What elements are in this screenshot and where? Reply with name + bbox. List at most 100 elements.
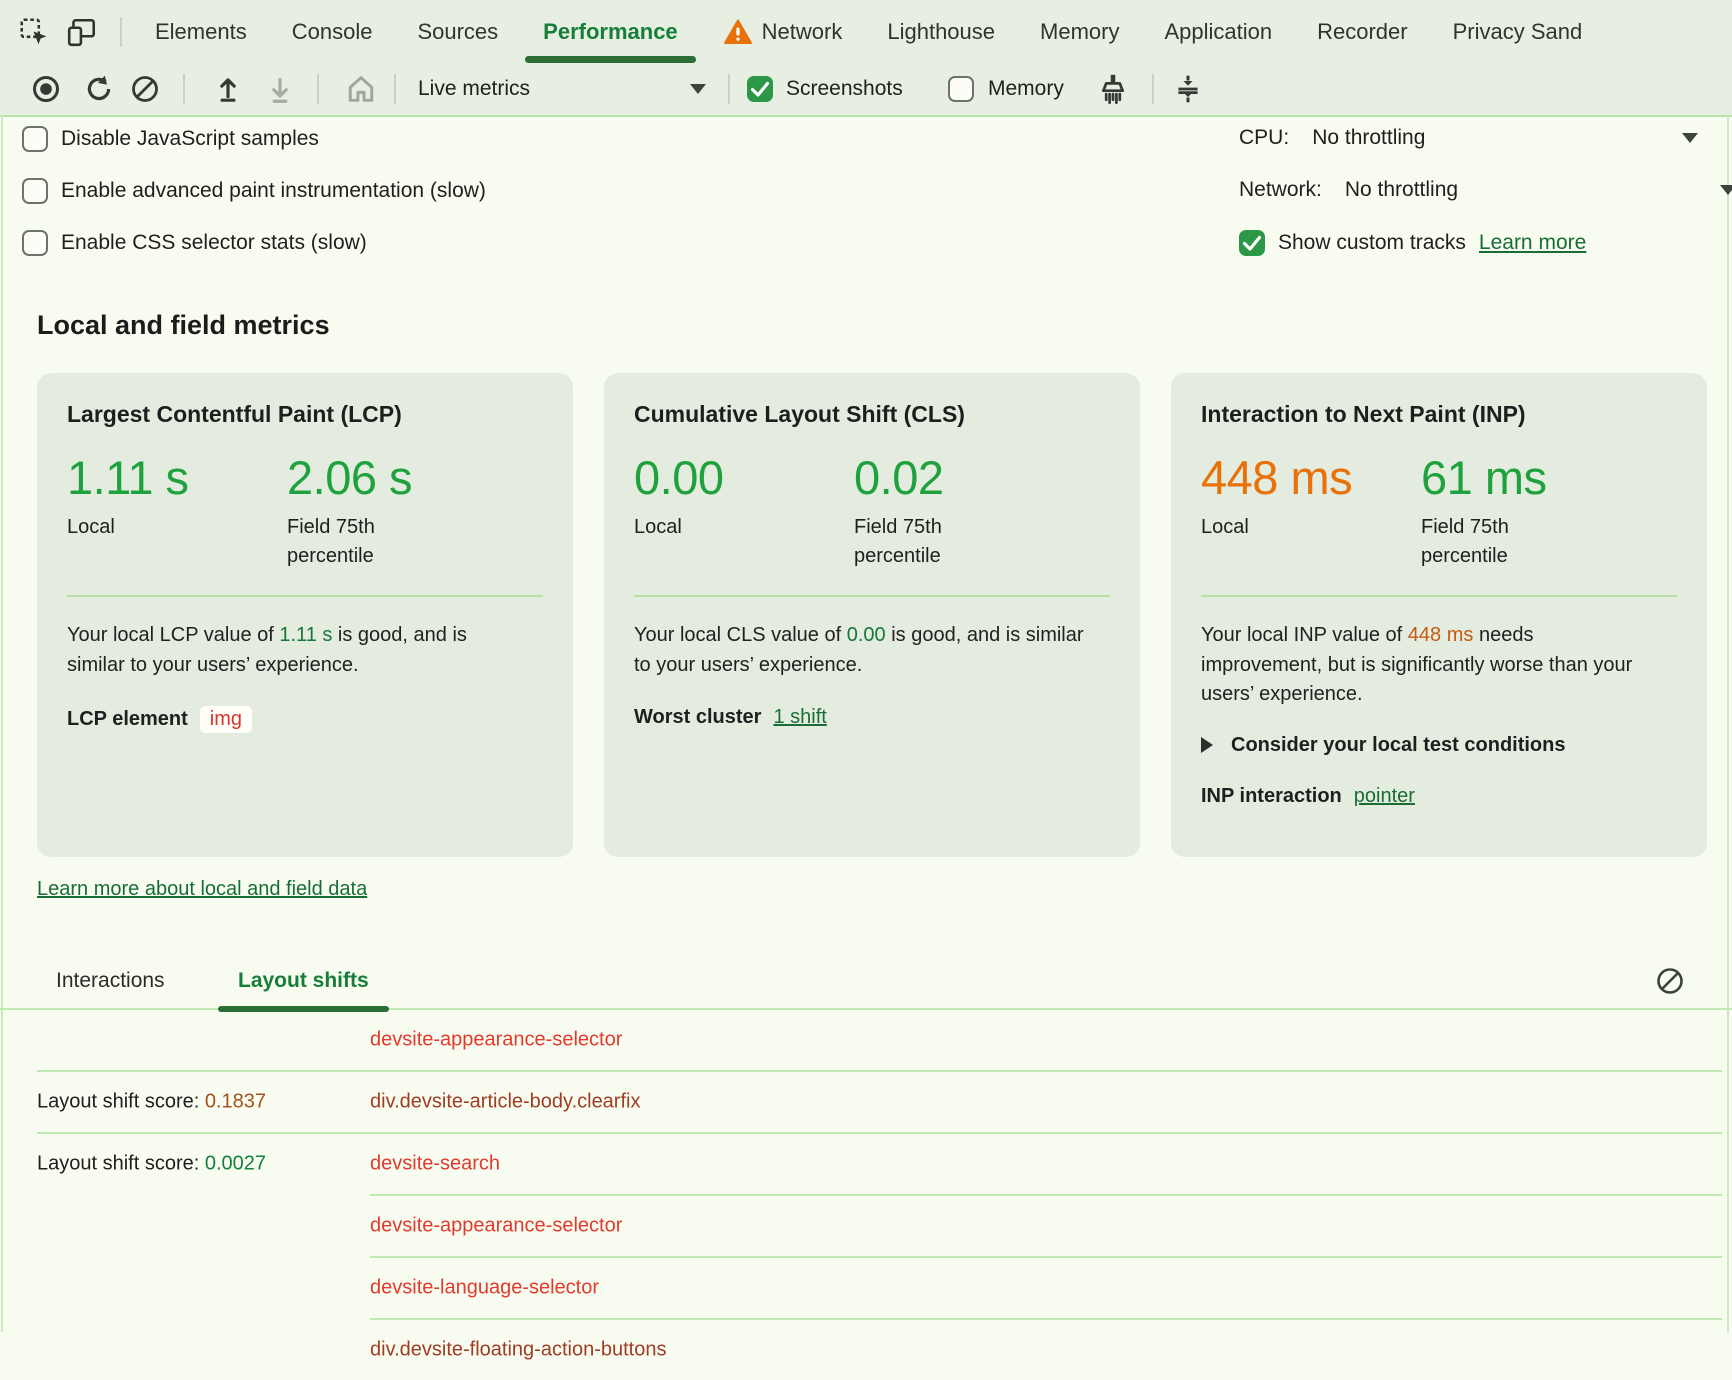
local-test-conditions-expander[interactable]: Consider your local test conditions bbox=[1201, 734, 1677, 757]
show-custom-tracks-checkbox[interactable] bbox=[1239, 230, 1265, 256]
learn-more-field-data-link[interactable]: Learn more about local and field data bbox=[37, 878, 367, 901]
tab-recorder[interactable]: Recorder bbox=[1317, 0, 1407, 63]
network-throttling-row: Network: No throttling bbox=[1239, 178, 1732, 202]
devtools-tabbar: Elements Console Sources Performance Net… bbox=[0, 0, 1732, 64]
inp-card-title: Interaction to Next Paint (INP) bbox=[1201, 401, 1677, 428]
metric-cards: Largest Contentful Paint (LCP) 1.11 s Lo… bbox=[37, 373, 1707, 857]
divider bbox=[67, 595, 543, 597]
lcp-local-value: 1.11 s bbox=[67, 450, 287, 505]
show-custom-tracks-label: Show custom tracks bbox=[1278, 231, 1466, 255]
inp-inline-value: 448 ms bbox=[1408, 624, 1474, 646]
score-value: 0.0027 bbox=[205, 1153, 266, 1175]
inp-field-label: Field 75th percentile bbox=[1421, 513, 1556, 571]
memory-label: Memory bbox=[988, 77, 1064, 101]
layout-shift-row[interactable]: devsite-language-selector bbox=[0, 1258, 1732, 1318]
load-profile-icon[interactable] bbox=[212, 73, 244, 105]
cpu-throttling-select[interactable]: No throttling bbox=[1312, 126, 1425, 150]
layout-shift-row[interactable]: Layout shift score: 0.0027 devsite-searc… bbox=[0, 1134, 1732, 1194]
separator bbox=[120, 17, 122, 47]
element-link[interactable]: devsite-appearance-selector bbox=[370, 1029, 622, 1052]
active-tab-underline bbox=[525, 56, 696, 63]
cls-description: Your local CLS value of 0.00 is good, an… bbox=[634, 621, 1086, 680]
tab-layout-shifts[interactable]: Layout shifts bbox=[238, 969, 369, 993]
layout-shift-row[interactable]: devsite-appearance-selector bbox=[0, 1010, 1732, 1070]
local-test-conditions-label: Consider your local test conditions bbox=[1231, 734, 1566, 757]
layout-shift-log: devsite-appearance-selector Layout shift… bbox=[0, 1010, 1732, 1380]
save-profile-icon[interactable] bbox=[264, 73, 296, 105]
learn-more-link[interactable]: Learn more bbox=[1479, 231, 1586, 255]
tab-interactions[interactable]: Interactions bbox=[56, 969, 165, 993]
element-link[interactable]: devsite-language-selector bbox=[370, 1277, 599, 1300]
worst-cluster-link[interactable]: 1 shift bbox=[773, 706, 826, 729]
divider bbox=[634, 595, 1110, 597]
cls-card-title: Cumulative Layout Shift (CLS) bbox=[634, 401, 1110, 428]
home-icon[interactable] bbox=[344, 72, 378, 106]
chevron-down-icon[interactable] bbox=[1682, 133, 1698, 143]
tab-console[interactable]: Console bbox=[292, 0, 373, 63]
collect-garbage-icon[interactable] bbox=[1096, 72, 1130, 106]
tab-performance[interactable]: Performance bbox=[543, 0, 678, 63]
layout-shift-row[interactable]: devsite-appearance-selector bbox=[0, 1196, 1732, 1256]
live-metrics-log-tabs: Interactions Layout shifts bbox=[0, 954, 1732, 1010]
css-selector-stats-label: Enable CSS selector stats (slow) bbox=[61, 231, 367, 255]
tab-application[interactable]: Application bbox=[1164, 0, 1272, 63]
clear-icon[interactable] bbox=[130, 74, 160, 104]
element-link[interactable]: devsite-search bbox=[370, 1153, 500, 1176]
divider bbox=[1201, 595, 1677, 597]
inp-field-value: 61 ms bbox=[1421, 450, 1677, 505]
lcp-element-label: LCP element bbox=[67, 708, 188, 731]
tab-network[interactable]: Network bbox=[723, 0, 843, 63]
layout-shift-row[interactable]: Layout shift score: 0.1837 div.devsite-a… bbox=[0, 1072, 1732, 1132]
lcp-description: Your local LCP value of 1.11 s is good, … bbox=[67, 621, 519, 680]
separator bbox=[317, 74, 319, 104]
chevron-down-icon[interactable] bbox=[690, 84, 706, 94]
element-link[interactable]: div.devsite-article-body.clearfix bbox=[370, 1091, 640, 1114]
tab-elements[interactable]: Elements bbox=[155, 0, 247, 63]
advanced-paint-checkbox[interactable] bbox=[22, 178, 48, 204]
record-icon[interactable] bbox=[31, 74, 61, 104]
separator bbox=[728, 74, 730, 104]
css-selector-stats-row: Enable CSS selector stats (slow) bbox=[22, 230, 367, 256]
cls-inline-value: 0.00 bbox=[847, 624, 886, 646]
tab-sources[interactable]: Sources bbox=[417, 0, 498, 63]
device-toolbar-icon[interactable] bbox=[66, 16, 98, 48]
tab-memory[interactable]: Memory bbox=[1040, 0, 1119, 63]
performance-toolbar: Live metrics Screenshots Memory bbox=[0, 63, 1732, 117]
lcp-local-label: Local bbox=[67, 513, 202, 542]
css-selector-stats-checkbox[interactable] bbox=[22, 230, 48, 256]
separator bbox=[183, 74, 185, 104]
advanced-paint-label: Enable advanced paint instrumentation (s… bbox=[61, 179, 486, 203]
element-link[interactable]: div.devsite-floating-action-buttons bbox=[370, 1339, 666, 1362]
history-mode-select[interactable]: Live metrics bbox=[418, 77, 530, 101]
inp-card: Interaction to Next Paint (INP) 448 ms L… bbox=[1171, 373, 1707, 857]
chevron-down-icon[interactable] bbox=[1720, 185, 1732, 195]
element-link[interactable]: devsite-appearance-selector bbox=[370, 1215, 622, 1238]
panel-tabs: Elements Console Sources Performance Net… bbox=[155, 0, 1582, 63]
cls-card: Cumulative Layout Shift (CLS) 0.00 Local… bbox=[604, 373, 1140, 857]
worst-cluster-label: Worst cluster bbox=[634, 706, 761, 729]
collapse-icon[interactable] bbox=[1172, 73, 1204, 105]
inp-local-label: Local bbox=[1201, 513, 1336, 542]
lcp-card: Largest Contentful Paint (LCP) 1.11 s Lo… bbox=[37, 373, 573, 857]
clear-log-icon[interactable] bbox=[1655, 966, 1685, 996]
separator bbox=[1152, 74, 1154, 104]
screenshots-label: Screenshots bbox=[786, 77, 903, 101]
inspect-element-icon[interactable] bbox=[18, 16, 50, 48]
screenshots-checkbox[interactable] bbox=[747, 76, 773, 102]
tab-lighthouse[interactable]: Lighthouse bbox=[887, 0, 995, 63]
tab-privacy-sandbox[interactable]: Privacy Sand bbox=[1453, 0, 1583, 63]
lcp-element-link[interactable]: img bbox=[200, 706, 252, 733]
memory-checkbox[interactable] bbox=[948, 76, 974, 102]
cpu-throttling-row: CPU: No throttling bbox=[1239, 126, 1709, 150]
lcp-card-title: Largest Contentful Paint (LCP) bbox=[67, 401, 543, 428]
show-custom-tracks-row: Show custom tracks Learn more bbox=[1239, 230, 1586, 256]
inp-interaction-link[interactable]: pointer bbox=[1354, 785, 1415, 808]
network-throttling-select[interactable]: No throttling bbox=[1345, 178, 1458, 202]
layout-shift-row[interactable]: div.devsite-floating-action-buttons bbox=[0, 1320, 1732, 1380]
inp-interaction-label: INP interaction bbox=[1201, 785, 1342, 808]
reload-and-record-icon[interactable] bbox=[83, 73, 115, 105]
cls-field-label: Field 75th percentile bbox=[854, 513, 989, 571]
triangle-right-icon bbox=[1201, 737, 1213, 753]
warning-icon bbox=[723, 17, 753, 47]
disable-js-samples-checkbox[interactable] bbox=[22, 126, 48, 152]
